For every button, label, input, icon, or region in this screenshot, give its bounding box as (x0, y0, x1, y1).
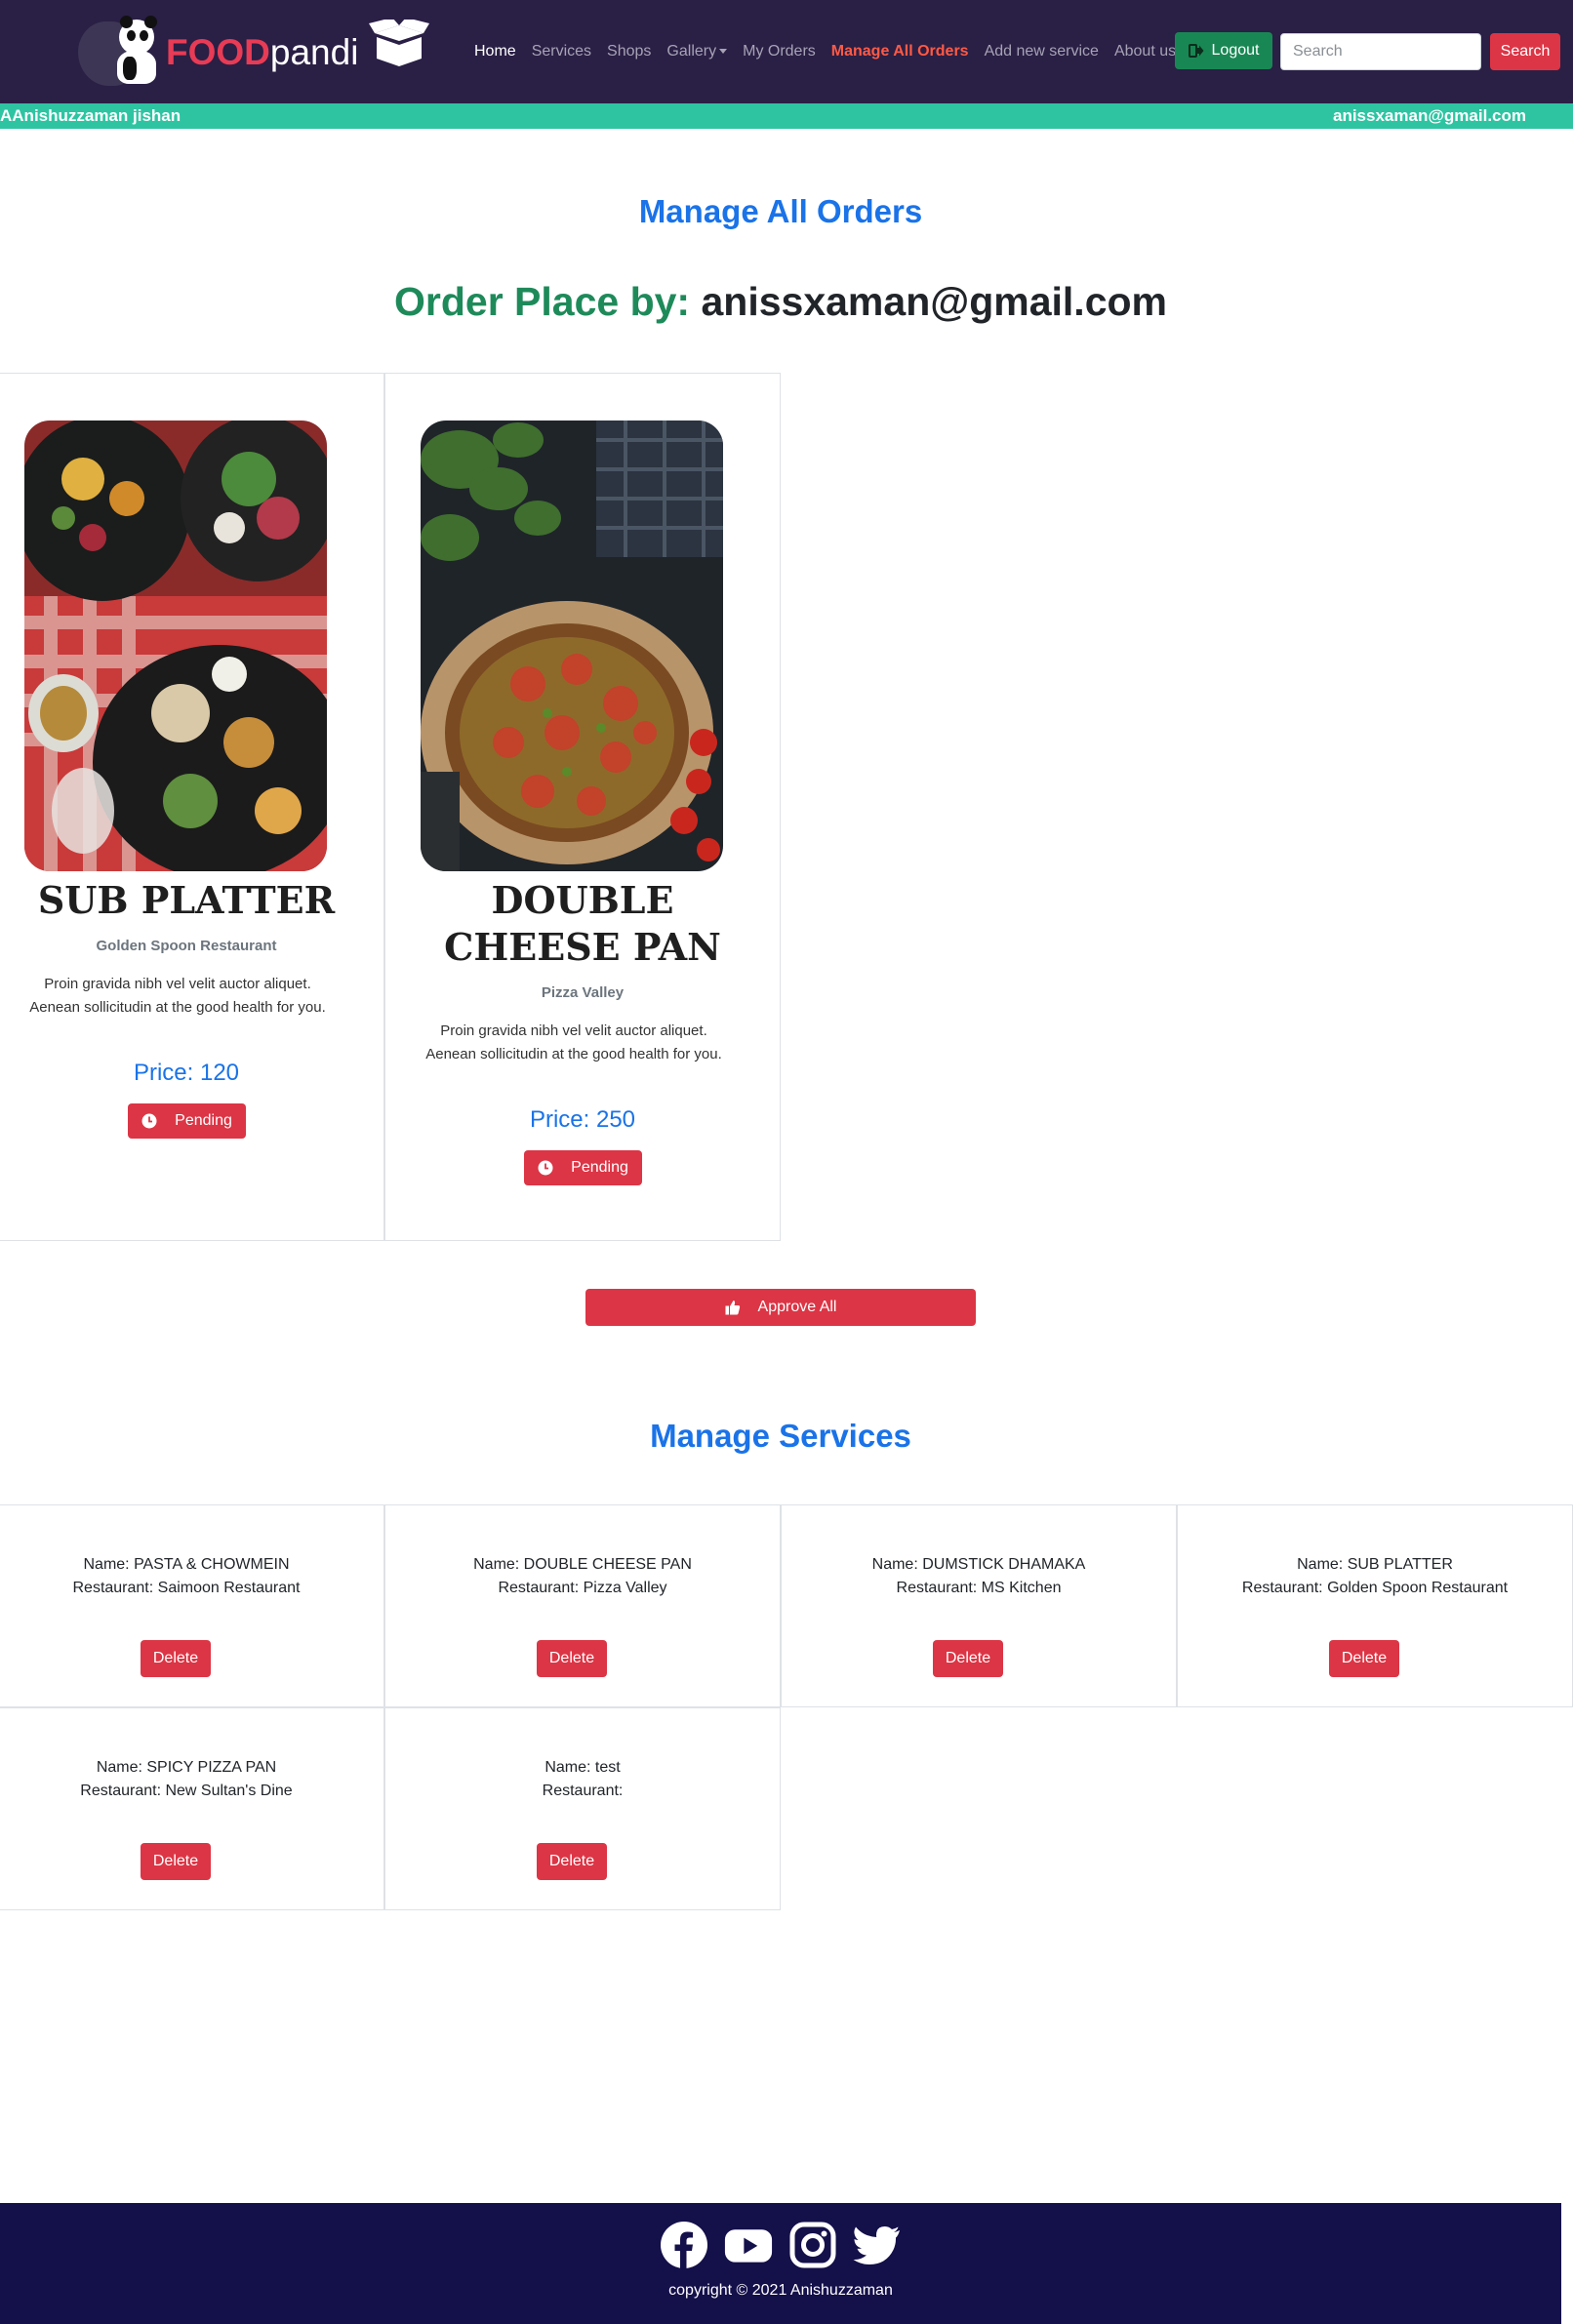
order-place-label: Order Place by: (394, 279, 691, 324)
order-title: DOUBLE CHEESE PAN (444, 878, 721, 969)
delete-button[interactable]: Delete (537, 1640, 607, 1677)
search-input[interactable] (1280, 33, 1481, 70)
service-restaurant: Restaurant: (542, 1783, 624, 1799)
service-card: Name: DOUBLE CHEESE PAN Restaurant: Pizz… (384, 1504, 781, 1707)
nav-services[interactable]: Services (532, 43, 591, 60)
service-card: Name: DUMSTICK DHAMAKA Restaurant: MS Ki… (781, 1504, 1177, 1707)
user-name: AAnishuzzaman jishan (0, 106, 182, 125)
order-card: SUB PLATTER Golden Spoon Restaurant Proi… (0, 373, 384, 1241)
panda-logo-icon (76, 16, 164, 88)
service-card: Name: SPICY PIZZA PAN Restaurant: New Su… (0, 1707, 384, 1910)
nav-add-new-service[interactable]: Add new service (985, 43, 1099, 60)
order-description: Proin gravida nibh vel velit auctor aliq… (425, 1022, 722, 1062)
double-cheese-pan-image (421, 421, 723, 871)
manage-orders-heading: Manage All Orders (638, 193, 923, 229)
pending-label: Pending (571, 1159, 628, 1176)
clock-icon (538, 1160, 553, 1176)
twitter-icon[interactable] (853, 2221, 902, 2269)
delete-button[interactable]: Delete (1329, 1640, 1399, 1677)
pending-button[interactable]: Pending (524, 1150, 642, 1185)
sign-out-icon (1188, 44, 1204, 58)
service-restaurant: Restaurant: MS Kitchen (896, 1580, 1062, 1596)
caret-down-icon (719, 49, 728, 55)
service-name: Name: SPICY PIZZA PAN (96, 1759, 277, 1776)
delete-button[interactable]: Delete (537, 1843, 607, 1880)
open-box-icon (369, 20, 429, 66)
service-name: Name: DOUBLE CHEESE PAN (473, 1556, 692, 1573)
brand-logo[interactable]: FOODpandi (76, 16, 358, 88)
order-price: Price: 250 (529, 1106, 636, 1133)
thumbs-up-icon (725, 1301, 740, 1315)
logout-label: Logout (1211, 42, 1260, 59)
service-restaurant: Restaurant: Golden Spoon Restaurant (1241, 1580, 1509, 1596)
logout-button[interactable]: Logout (1175, 32, 1272, 69)
service-name: Name: DUMSTICK DHAMAKA (871, 1556, 1086, 1573)
service-card: Name: SUB PLATTER Restaurant: Golden Spo… (1177, 1504, 1573, 1707)
service-name: Name: test (544, 1759, 621, 1776)
order-restaurant: Golden Spoon Restaurant (96, 938, 277, 954)
instagram-icon[interactable] (788, 2221, 837, 2269)
nav-gallery-dropdown[interactable]: Gallery (666, 43, 728, 60)
service-card: Name: PASTA & CHOWMEIN Restaurant: Saimo… (0, 1504, 384, 1707)
order-restaurant: Pizza Valley (541, 984, 625, 1001)
copyright-text: copyright © 2021 Anishuzzaman (668, 2282, 893, 2299)
pending-label: Pending (175, 1112, 232, 1129)
nav-my-orders[interactable]: My Orders (743, 43, 816, 60)
order-description: Proin gravida nibh vel velit auctor aliq… (29, 976, 326, 1016)
order-place-heading: Order Place by: anissxaman@gmail.com (0, 279, 1561, 325)
service-restaurant: Restaurant: Pizza Valley (498, 1580, 667, 1596)
delete-button[interactable]: Delete (141, 1843, 211, 1880)
footer: copyright © 2021 Anishuzzaman (0, 2203, 1561, 2324)
approve-all-label: Approve All (757, 1299, 837, 1315)
nav-home[interactable]: Home (474, 43, 516, 60)
delete-button[interactable]: Delete (141, 1640, 211, 1677)
brand-name: FOODpandi (166, 31, 359, 72)
user-email: anissxaman@gmail.com (1333, 106, 1526, 125)
nav-gallery-label: Gallery (666, 43, 717, 60)
nav-links: Home Services Shops Gallery My Orders Ma… (474, 35, 1191, 68)
service-name: Name: SUB PLATTER (1297, 1556, 1453, 1573)
service-restaurant: Restaurant: Saimoon Restaurant (72, 1580, 301, 1596)
nav-shops[interactable]: Shops (607, 43, 651, 60)
order-card: DOUBLE CHEESE PAN Pizza Valley Proin gra… (384, 373, 781, 1241)
clock-icon (141, 1113, 157, 1129)
navbar: FOODpandi Home Services Shops Gallery My… (0, 0, 1573, 103)
search-button[interactable]: Search (1490, 33, 1560, 70)
service-restaurant: Restaurant: New Sultan's Dine (80, 1783, 293, 1799)
youtube-icon[interactable] (724, 2221, 773, 2269)
sub-platter-image (24, 421, 327, 871)
approve-all-button[interactable]: Approve All (585, 1289, 976, 1326)
nav-manage-all-orders[interactable]: Manage All Orders (831, 43, 969, 60)
delete-button[interactable]: Delete (933, 1640, 1003, 1677)
order-price: Price: 120 (133, 1060, 240, 1086)
social-icons (0, 2221, 1561, 2269)
manage-services-heading: Manage Services (650, 1418, 911, 1454)
pending-button[interactable]: Pending (128, 1103, 246, 1139)
service-card: Name: test Restaurant: Delete (384, 1707, 781, 1910)
order-title: SUB PLATTER (37, 878, 336, 922)
nav-about-us[interactable]: About us (1114, 43, 1176, 60)
order-place-email: anissxaman@gmail.com (701, 279, 1167, 324)
service-name: Name: PASTA & CHOWMEIN (83, 1556, 290, 1573)
facebook-icon[interactable] (660, 2221, 708, 2269)
user-bar: AAnishuzzaman jishan anissxaman@gmail.co… (0, 103, 1573, 129)
